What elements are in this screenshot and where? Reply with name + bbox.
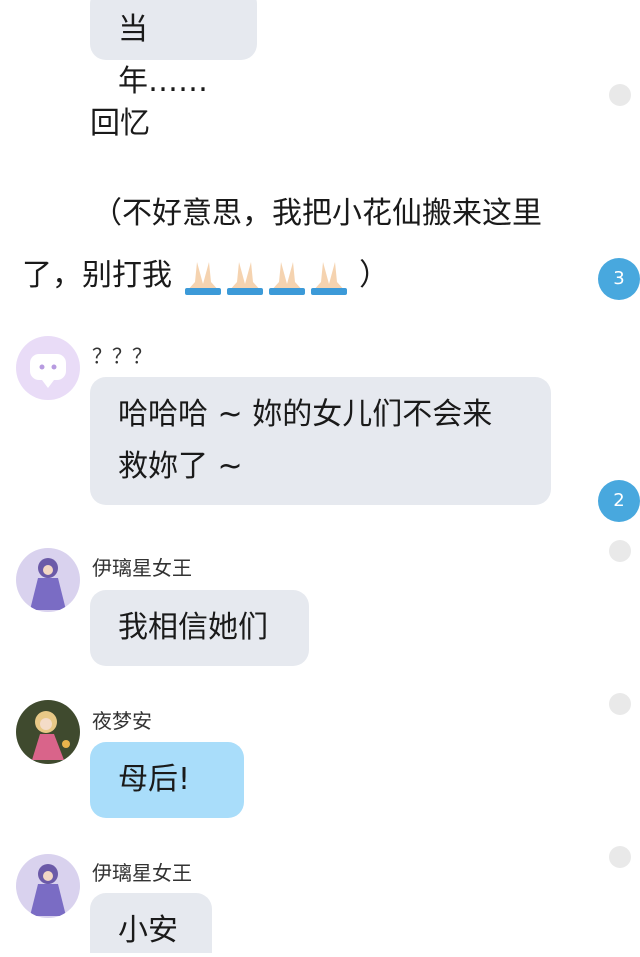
princess-avatar-icon [30,558,66,610]
message-bubble-top[interactable]: 当年…… [90,0,257,99]
message-bubble[interactable]: 哈哈哈 ~ 妳的女儿们不会来 救妳了 ~ [90,377,551,505]
avatar[interactable] [16,700,80,764]
read-indicator-dot [609,540,631,562]
avatar[interactable] [16,854,80,918]
emoji-row [184,258,348,296]
read-indicator-dot [609,693,631,715]
message-bubble[interactable]: 母后! [90,742,244,818]
message-text: 哈哈哈 ~ 妳的女儿们不会来 [118,397,493,432]
message-text: 我相信她们 [118,610,268,645]
chat-bubble-icon [30,354,66,388]
narration-text-3: 了，别打我 ） [22,247,389,305]
unread-count-badge[interactable]: 2 [598,480,640,522]
folded-hands-icon [226,261,263,295]
girl-avatar-icon [32,711,70,760]
message-bubble[interactable]: 小安 [90,893,212,953]
avatar[interactable] [16,336,80,400]
sender-name: 伊璃星女王 [92,556,192,580]
sender-name: ？？？ [92,344,152,368]
folded-hands-icon [268,261,305,295]
message-text: 母后! [118,762,191,797]
message-text: 小安 [118,913,178,948]
folded-hands-icon [310,261,347,295]
folded-hands-icon [184,261,221,295]
sender-name: 伊璃星女王 [92,861,192,885]
message-bubble[interactable]: 我相信她们 [90,590,309,666]
message-text: 救妳了 ~ [118,449,243,484]
narration-text-2: （不好意思，我把小花仙搬来这里 [92,196,542,231]
read-indicator-dot [609,846,631,868]
read-indicator-dot [609,84,631,106]
princess-avatar-icon [30,864,66,916]
narration-text: 回忆 [90,106,150,141]
avatar[interactable] [16,548,80,612]
message-text: 当年…… [118,12,208,99]
unread-count-badge[interactable]: 3 [598,258,640,300]
sender-name: 夜梦安 [92,709,152,733]
